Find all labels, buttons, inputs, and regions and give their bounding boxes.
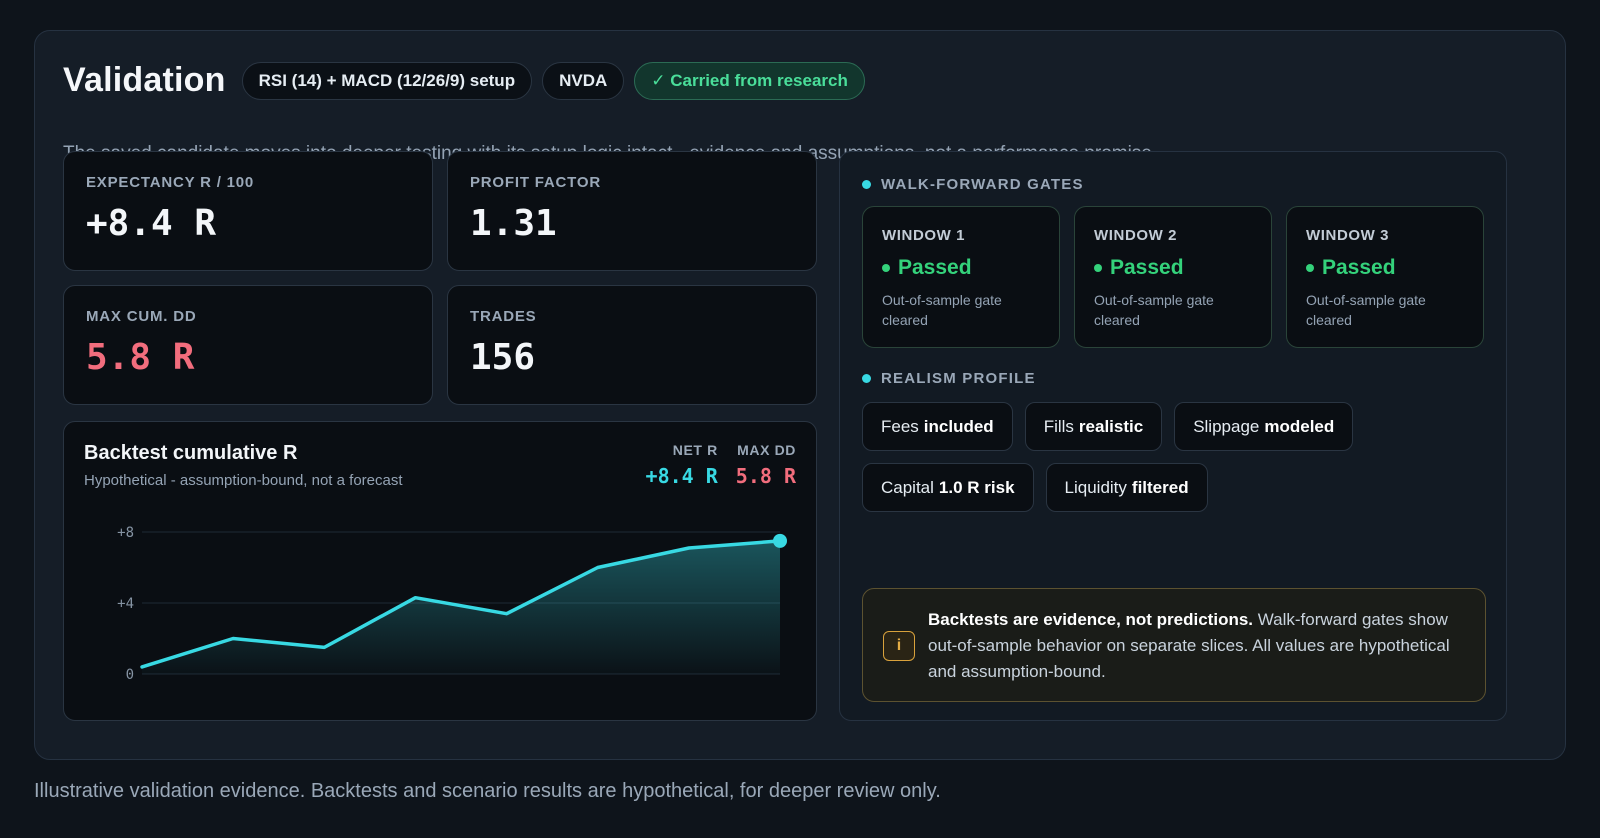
gates-card: WALK-FORWARD GATES WINDOW 1 Passed Out-o… [839, 151, 1507, 721]
net-r-value: +8.4 R [645, 464, 718, 488]
stat-expectancy: EXPECTANCY R / 100 +8.4 R [63, 151, 433, 271]
stat-label: TRADES [470, 308, 537, 325]
window-2-gate[interactable]: WINDOW 2 Passed Out-of-sample gate clear… [1074, 206, 1272, 348]
tag-capital[interactable]: Capital 1.0 R risk [862, 463, 1034, 512]
realism-tags: Fees included Fills realistic Slippage mode… [862, 402, 1482, 512]
window-status: Passed [882, 256, 1040, 280]
window-label: WINDOW 2 [1094, 227, 1178, 244]
info-icon: i [883, 631, 915, 661]
stat-label: MAX CUM. DD [86, 308, 197, 325]
note-bold: Backtests are evidence, not predictions. [928, 610, 1254, 629]
window-1-gate[interactable]: WINDOW 1 Passed Out-of-sample gate clear… [862, 206, 1060, 348]
note-text: Backtests are evidence, not predictions.… [928, 607, 1468, 685]
stat-profit-factor: PROFIT FACTOR 1.31 [447, 151, 817, 271]
window-description: Out-of-sample gate cleared [1306, 292, 1426, 328]
status-dot-icon [882, 264, 890, 272]
realism-heading: REALISM PROFILE [862, 370, 1036, 387]
setup-chip[interactable]: RSI (14) + MACD (12/26/9) setup [241, 61, 533, 100]
footer-disclaimer: Illustrative validation evidence. Backte… [34, 780, 941, 802]
tag-key: Slippage [1193, 416, 1260, 436]
tag-value: 1.0 R risk [938, 477, 1015, 497]
walk-forward-heading: WALK-FORWARD GATES [862, 176, 1084, 193]
max-dd-label: MAX DD [737, 442, 796, 458]
chart-title: Backtest cumulative R [84, 442, 298, 464]
window-3-gate[interactable]: WINDOW 3 Passed Out-of-sample gate clear… [1286, 206, 1484, 348]
tag-key: Fills [1043, 416, 1074, 436]
header: Validation RSI (14) + MACD (12/26/9) set… [63, 61, 865, 100]
backtest-chart-card: 0 +4 +8 Backtest cumulative R Hypothetical… [63, 421, 817, 721]
y-tick-label: 0 [126, 667, 134, 683]
status-dot-icon [1094, 264, 1102, 272]
tag-value: included [923, 416, 994, 436]
net-r-label: NET R [672, 442, 718, 458]
status-dot-icon [1306, 264, 1314, 272]
tag-key: Capital [881, 477, 934, 497]
stat-label: EXPECTANCY R / 100 [86, 174, 255, 191]
window-description: Out-of-sample gate cleared [1094, 292, 1214, 328]
disclaimer-note: i Backtests are evidence, not prediction… [862, 588, 1486, 702]
y-tick-label: +4 [117, 596, 134, 612]
stat-value: 5.8 R [86, 337, 195, 378]
window-status: Passed [1094, 256, 1252, 280]
status-text: Passed [1322, 256, 1396, 279]
stat-value: +8.4 R [86, 203, 217, 244]
endpoint-marker [773, 533, 787, 548]
ticker-chip[interactable]: NVDA [542, 61, 625, 100]
tag-liquidity[interactable]: Liquidity filtered [1045, 463, 1208, 512]
chart-meta: NET R +8.4 R MAX DD 5.8 R [646, 442, 796, 488]
validation-panel: Validation RSI (14) + MACD (12/26/9) set… [34, 30, 1566, 760]
stat-label: PROFIT FACTOR [470, 174, 601, 191]
net-r: NET R +8.4 R [646, 442, 718, 488]
window-label: WINDOW 3 [1306, 227, 1390, 244]
bullet-dot-icon [862, 374, 871, 383]
bullet-dot-icon [862, 180, 871, 189]
status-text: Passed [898, 256, 972, 279]
page-title: Validation [63, 61, 226, 99]
stat-value: 156 [470, 337, 536, 378]
window-status: Passed [1306, 256, 1464, 280]
y-tick-label: +8 [117, 525, 134, 541]
max-dd-value: 5.8 R [735, 464, 796, 488]
section-title: WALK-FORWARD GATES [881, 176, 1084, 193]
chart-subtitle: Hypothetical - assumption-bound, not a f… [84, 472, 403, 489]
status-badge: ✓ Carried from research [634, 61, 865, 100]
stat-trades: TRADES 156 [447, 285, 817, 405]
tag-key: Liquidity [1064, 477, 1127, 497]
tag-key: Fees [881, 416, 919, 436]
tag-fills[interactable]: Fills realistic [1024, 402, 1163, 451]
tag-slippage[interactable]: Slippage modeled [1174, 402, 1354, 451]
tag-value: modeled [1264, 416, 1335, 436]
stat-value: 1.31 [470, 203, 557, 244]
max-dd: MAX DD 5.8 R [736, 442, 796, 488]
tag-value: realistic [1078, 416, 1144, 436]
status-text: Passed [1110, 256, 1184, 279]
window-label: WINDOW 1 [882, 227, 966, 244]
tag-fees[interactable]: Fees included [862, 402, 1013, 451]
section-title: REALISM PROFILE [881, 370, 1036, 387]
window-description: Out-of-sample gate cleared [882, 292, 1002, 328]
stat-max-dd: MAX CUM. DD 5.8 R [63, 285, 433, 405]
tag-value: filtered [1131, 477, 1189, 497]
